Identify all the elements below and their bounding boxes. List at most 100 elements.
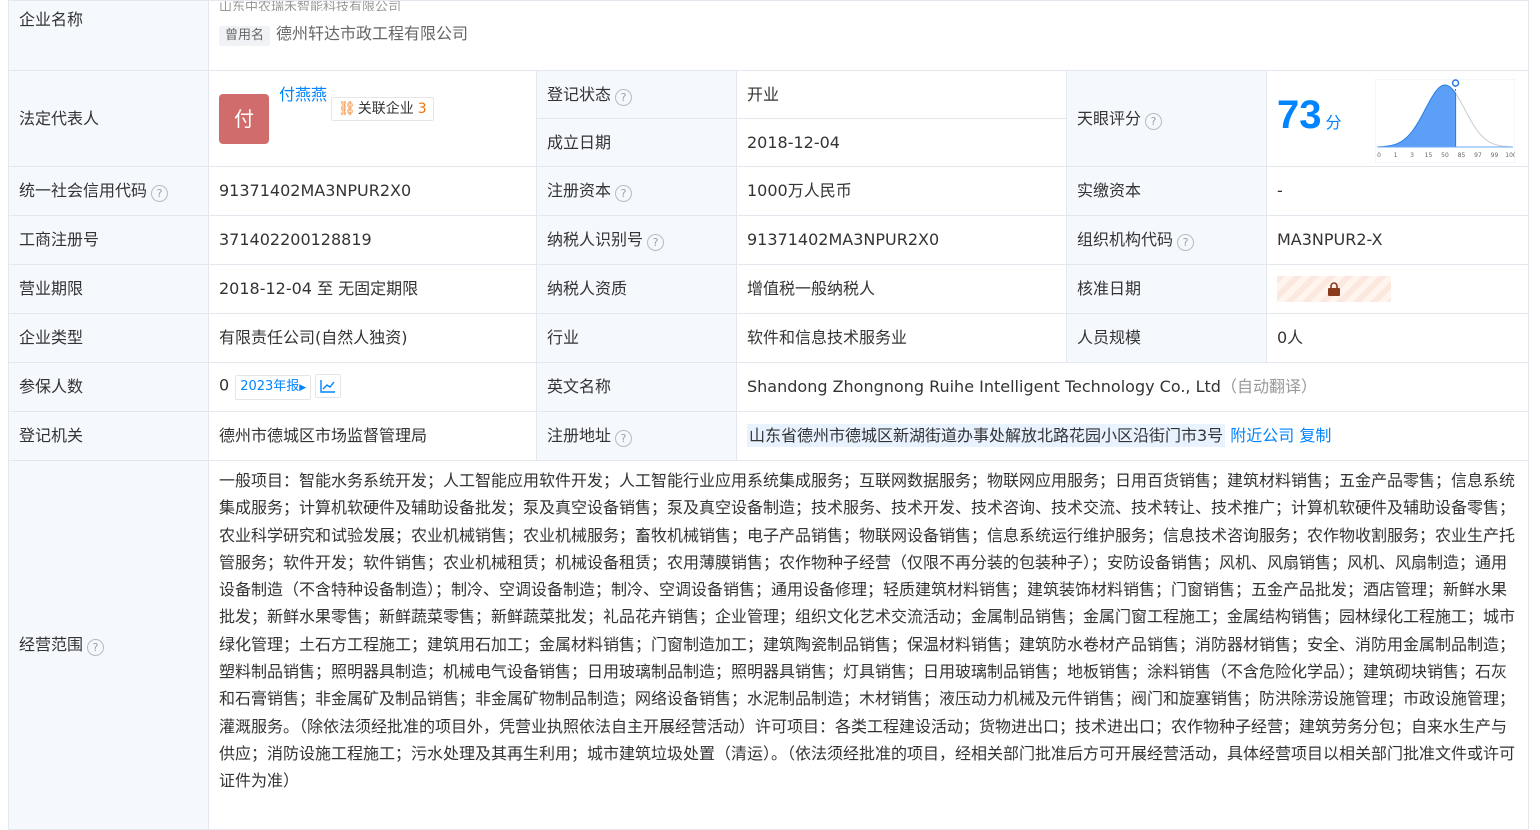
insured-label: 参保人数 (8, 362, 209, 412)
row-insured: 参保人数 0 2023年报▶ 英文名称 Shandong Zhongnong Ru… (8, 362, 1530, 412)
credit-code-label-cell: 统一社会信用代码? (8, 166, 209, 216)
lock-icon (1328, 282, 1340, 296)
score-tick-label: 100 (1505, 152, 1515, 159)
taxpayer-id-value: 91371402MA3NPUR2X0 (736, 215, 1067, 265)
score-unit: 分 (1325, 112, 1342, 132)
biz-reg-no-value: 371402200128819 (208, 215, 537, 265)
paid-capital-value: - (1265, 166, 1530, 216)
score-tick-label: 1 (1394, 152, 1398, 159)
related-companies-label: 关联企业 (357, 101, 414, 117)
score-label-cell: 天眼评分? (1066, 70, 1267, 167)
org-code-value: MA3NPUR2-X (1265, 215, 1530, 265)
reg-status-value: 开业 (736, 70, 1067, 119)
row-biz-term: 营业期限 2018-12-04 至 无固定期限 纳税人资质 增值税一般纳税人 核… (8, 264, 1530, 314)
score-tick-label: 99 (1491, 152, 1499, 159)
staff-size-value: 0人 (1265, 313, 1530, 363)
score-label: 天眼评分 (1077, 108, 1142, 128)
score-tick-label: 50 (1441, 152, 1449, 159)
reg-address-label-cell: 注册地址? (536, 411, 737, 461)
question-circle-icon[interactable]: ? (87, 639, 105, 656)
reg-capital-value: 1000万人民币 (736, 166, 1067, 216)
org-code-label-cell: 组织机构代码? (1066, 215, 1267, 265)
found-date-label: 成立日期 (536, 118, 737, 167)
annual-report-year-label: 2023年报 (240, 379, 300, 395)
reg-authority-value: 德州市德城区市场监督管理局 (208, 411, 537, 461)
score-cell[interactable]: 73分 0 1 3 15 50 85 97 99 100 (1265, 70, 1530, 167)
question-circle-icon[interactable]: ? (615, 88, 633, 106)
former-name-value: 德州轩达市政工程有限公司 (276, 24, 469, 43)
question-circle-icon[interactable]: ? (647, 234, 665, 251)
taxpayer-qual-label: 纳税人资质 (536, 264, 737, 314)
staff-size-label: 人员规模 (1066, 313, 1267, 363)
industry-value: 软件和信息技术服务业 (736, 313, 1067, 363)
question-circle-icon[interactable]: ? (1145, 112, 1163, 130)
reg-capital-label-cell: 注册资本? (536, 166, 737, 216)
row-company-name: 企业名称 山东中农瑞禾智能科技有限公司 曾用名 德州轩达市政工程有限公司 (8, 0, 1530, 71)
nearby-companies-link[interactable]: 附近公司 (1230, 426, 1294, 445)
taxpayer-id-label: 纳税人识别号 (547, 230, 644, 249)
company-current-name: 山东中农瑞禾智能科技有限公司 (219, 1, 402, 12)
score-tick-label: 3 (1410, 152, 1414, 159)
company-name-label: 企业名称 (8, 0, 209, 71)
question-circle-icon[interactable]: ? (615, 185, 633, 202)
trend-chart-button[interactable] (315, 373, 342, 398)
caret-right-icon: ▶ (299, 383, 307, 394)
related-companies-count: 3 (417, 101, 427, 117)
line-chart-icon (320, 379, 336, 393)
question-circle-icon[interactable]: ? (615, 430, 633, 447)
credit-code-label: 统一社会信用代码 (19, 181, 148, 200)
question-circle-icon[interactable]: ? (1177, 234, 1195, 251)
reg-address-value: 山东省德州市德城区新湖街道办事处解放北路花园小区沿街门市3号 (747, 424, 1226, 447)
former-name-line: 曾用名 德州轩达市政工程有限公司 (219, 23, 1518, 46)
row-credit-code: 统一社会信用代码? 91371402MA3NPUR2X0 注册资本? 1000万… (8, 166, 1530, 216)
question-circle-icon[interactable]: ? (151, 185, 169, 202)
copy-address-button[interactable]: 复制 (1299, 426, 1331, 445)
biz-term-value: 2018-12-04 至 无固定期限 (208, 264, 537, 314)
related-companies-button[interactable]: ⛓ 关联企业 3 (331, 97, 434, 121)
row-biz-reg-no: 工商注册号 371402200128819 纳税人识别号? 91371402MA… (8, 215, 1530, 265)
company-info-panel: 企业名称 山东中农瑞禾智能科技有限公司 曾用名 德州轩达市政工程有限公司 法定代表… (8, 0, 1530, 830)
english-name-label: 英文名称 (536, 362, 737, 412)
paid-capital-label: 实缴资本 (1066, 166, 1267, 216)
row-company-type: 企业类型 有限责任公司(自然人独资) 行业 软件和信息技术服务业 人员规模 0人 (8, 313, 1530, 363)
scope-label-cell: 经营范围? (8, 460, 209, 830)
org-code-label: 组织机构代码 (1077, 230, 1174, 249)
industry-label: 行业 (536, 313, 737, 363)
reg-capital-label: 注册资本 (547, 181, 612, 200)
scope-label: 经营范围 (19, 635, 84, 654)
insured-value: 0 (219, 375, 230, 395)
approve-date-label: 核准日期 (1066, 264, 1267, 314)
score-value: 73 (1277, 92, 1322, 137)
legal-rep-name-link[interactable]: 付燕燕 (279, 85, 327, 104)
score-tick-label: 97 (1474, 152, 1482, 159)
taxpayer-id-label-cell: 纳税人识别号? (536, 215, 737, 265)
english-name-cell: Shandong Zhongnong Ruihe Intelligent Tec… (735, 362, 1530, 412)
reg-address-label: 注册地址 (547, 426, 612, 445)
row-scope: 经营范围? 一般项目：智能水务系统开发；人工智能应用软件开发；人工智能行业应用系… (8, 460, 1530, 830)
legal-rep-label: 法定代表人 (8, 70, 209, 167)
annual-report-year-button[interactable]: 2023年报▶ (235, 375, 312, 401)
former-name-tag: 曾用名 (219, 26, 271, 46)
approve-date-cell (1265, 264, 1530, 314)
legal-rep-avatar[interactable]: 付 (219, 93, 269, 144)
biz-term-label: 营业期限 (8, 264, 209, 314)
row-legal-status: 法定代表人 付付燕燕⛓ 关联企业 3 登记状态? 开业 天眼评分? 73 分 0 1 3 1… (8, 70, 1530, 167)
found-date-value: 2018-12-04 (736, 118, 1067, 167)
score-tick-label: 0 (1377, 152, 1381, 159)
english-name-value: Shandong Zhongnong Ruihe Intelligent Tec… (747, 377, 1221, 396)
legal-rep-cell: 付付燕燕⛓ 关联企业 3 (208, 70, 537, 167)
score-marker-dot (1451, 79, 1460, 87)
taxpayer-qual-value: 增值税一般纳税人 (736, 264, 1067, 314)
reg-status-label-cell: 登记状态? (536, 70, 737, 119)
company-info-table: 企业名称 山东中农瑞禾智能科技有限公司 曾用名 德州轩达市政工程有限公司 法定代表… (8, 0, 1530, 830)
score-tick-label: 85 (1458, 152, 1466, 159)
biz-reg-no-label: 工商注册号 (8, 215, 209, 265)
credit-code-value: 91371402MA3NPUR2X0 (208, 166, 537, 216)
row-reg-authority: 登记机关 德州市德城区市场监督管理局 注册地址? 山东省德州市德城区新湖街道办事… (8, 411, 1530, 461)
company-type-label: 企业类型 (8, 313, 209, 363)
company-type-value: 有限责任公司(自然人独资) (208, 313, 537, 363)
insured-cell: 0 2023年报▶ (208, 362, 537, 412)
locked-value-placeholder[interactable] (1277, 276, 1391, 302)
auto-translate-note: （自动翻译） (1220, 377, 1317, 396)
score-tick-label: 15 (1425, 152, 1433, 159)
